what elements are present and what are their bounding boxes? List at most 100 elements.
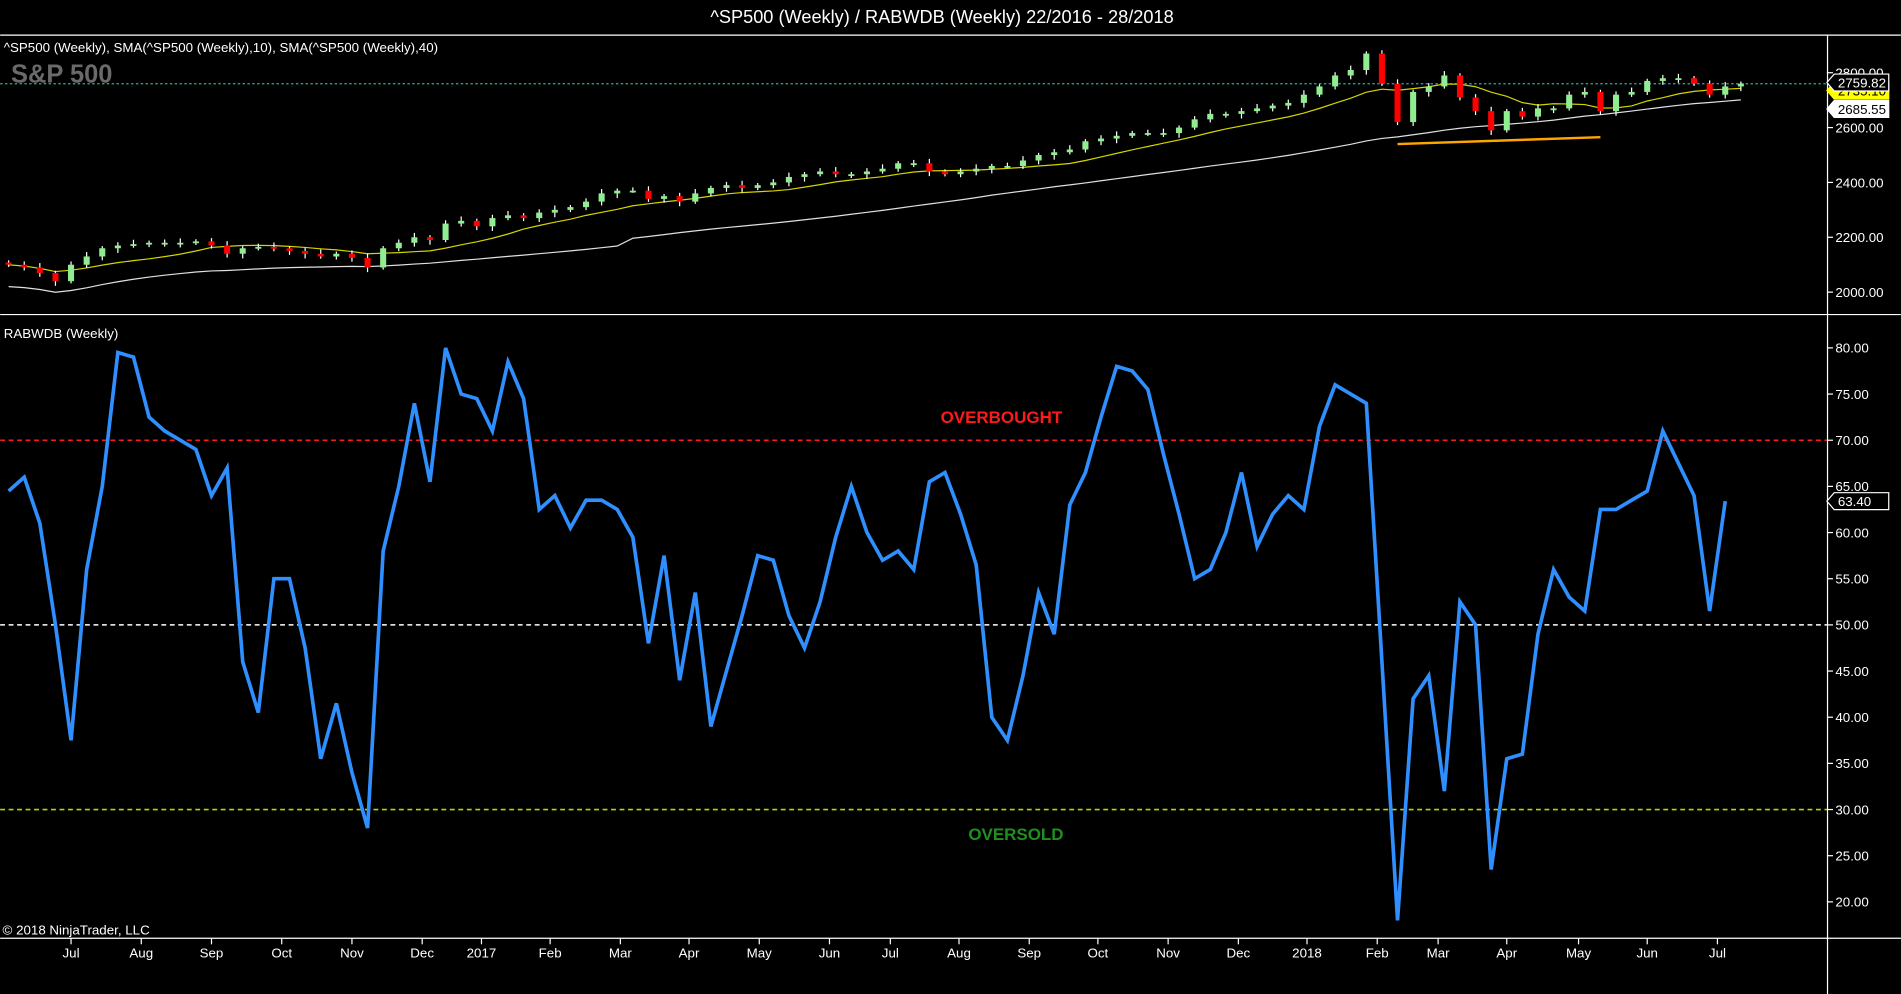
candle-body [1222,113,1229,116]
candle-body [1550,108,1557,111]
candle-body [239,248,246,254]
price-tick-label: 2000.00 [1835,285,1883,300]
candle-body [146,242,153,245]
indicator-tick-label: 50.00 [1835,618,1868,633]
candle-body [192,241,199,244]
candle-body [926,163,933,172]
candle-body [411,237,418,243]
candle-body [957,171,964,175]
candle-body [177,242,184,245]
candle-body [973,168,980,172]
candle-body [5,262,12,265]
candle-body [1144,133,1151,135]
window-title: ^SP500 (Weekly) / RABWDB (Weekly) 22/201… [710,7,1173,27]
candle-body [426,237,434,241]
candle-body [83,256,90,265]
candle-body [1737,83,1744,87]
candle-body [1659,78,1666,81]
candle-body [645,190,652,199]
candle-body [1472,97,1479,112]
candle-body [1503,111,1510,131]
x-tick-label: Sep [200,946,224,961]
candle-body [1097,138,1105,142]
x-tick-label: Aug [947,946,971,961]
candle-body [692,193,699,202]
candle-body [1519,111,1526,117]
candle-body [1347,69,1354,76]
candle-body [270,246,277,249]
candle-body [255,246,262,249]
candle-body [224,245,231,254]
candle-body [536,212,543,219]
x-tick-label: Jul [1709,946,1726,961]
indicator-tick-label: 30.00 [1835,802,1868,817]
x-tick-label: May [747,946,773,961]
candle-body [473,220,480,227]
x-tick-label: Dec [410,946,434,961]
rabwdb-last-marker-value: 63.40 [1838,494,1871,509]
candle-body [333,253,340,257]
candle-body [1176,127,1183,134]
candle-body [52,272,59,282]
candle-body [1456,75,1463,98]
rabwdb-last-marker: 63.40 [1826,492,1890,511]
candle-body [1612,94,1620,112]
candle-body [1191,119,1198,128]
candle-body [1566,94,1573,109]
x-tick-label: 2018 [1292,946,1322,961]
x-tick-label: Dec [1226,946,1250,961]
candle-body [1675,78,1682,81]
candle-body [1378,53,1385,84]
x-tick-label: Jul [63,946,80,961]
indicator-panel-label: RABWDB (Weekly) [4,326,119,341]
candle-body [504,215,512,219]
indicator-tick-label: 65.00 [1835,479,1868,494]
x-tick-label: Mar [1427,946,1451,961]
indicator-tick-label: 55.00 [1835,572,1868,587]
candle-body [1113,135,1120,139]
candle-body [1254,108,1261,112]
candle-body [1019,160,1027,166]
x-tick-label: Jul [882,946,899,961]
sma40-marker: 2685.55 [1826,99,1890,119]
candle-body [21,264,28,268]
candle-body [1691,78,1698,84]
indicator-tick-label: 70.00 [1835,433,1868,448]
indicator-tick-label: 60.00 [1835,525,1868,540]
candle-body [286,248,293,252]
candle-body [988,165,995,169]
candle-body [941,171,948,175]
x-tick-label: Apr [1496,946,1517,961]
indicator-tick-label: 25.00 [1835,849,1868,864]
x-tick-label: Jun [819,946,840,961]
x-tick-label: May [1566,946,1592,961]
price-tick-label: 2200.00 [1835,230,1883,245]
candle-body [583,201,590,208]
candle-body [707,187,714,194]
candle-body [1706,83,1713,95]
candle-body [614,190,621,194]
candle-body [879,168,886,172]
candle-body [785,176,792,183]
price-tick-label: 2600.00 [1835,120,1883,135]
candle-body [1581,91,1588,95]
candle-body [1363,53,1370,70]
candle-body [380,248,387,268]
candle-body [114,245,121,249]
candle-body [1425,86,1432,92]
candle-body [1722,86,1729,95]
candle-body [1300,94,1307,103]
candle-body [1441,75,1448,87]
candle-body [68,264,75,282]
candle-body [1207,113,1214,120]
candle-body [1332,75,1339,87]
candle-body [1644,80,1651,92]
candle-body [208,241,215,246]
candle-body [1004,165,1011,168]
candle-body [770,182,777,186]
indicator-tick-label: 80.00 [1835,341,1868,356]
candle-body [348,253,355,258]
candle-body [723,185,730,188]
x-tick-label: Feb [539,946,562,961]
candle-body [364,257,371,268]
